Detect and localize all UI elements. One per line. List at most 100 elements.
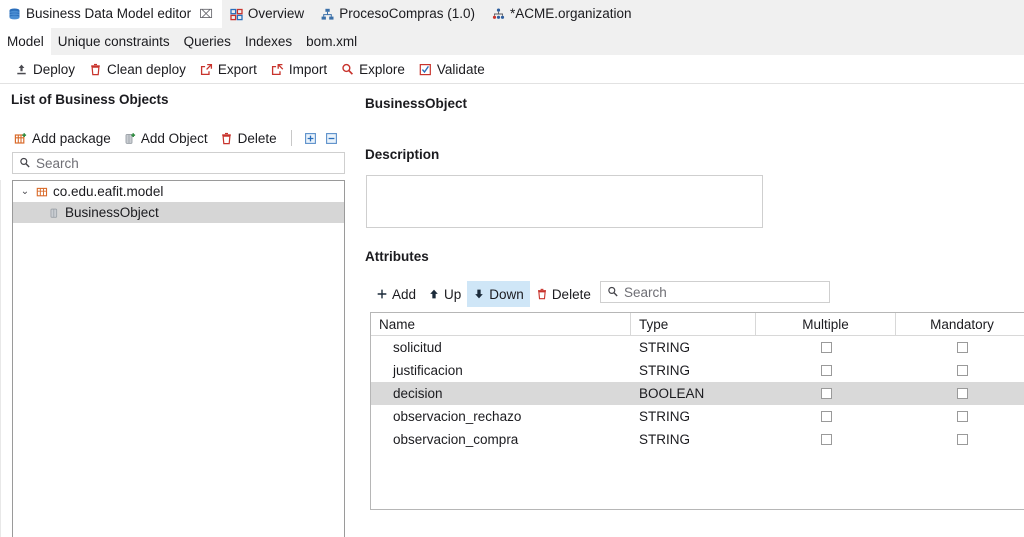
validate-button[interactable]: Validate xyxy=(412,56,492,82)
package-add-icon xyxy=(14,132,27,145)
add-package-button[interactable]: Add package xyxy=(8,125,117,151)
button-label: Export xyxy=(217,61,257,77)
chevron-down-icon[interactable]: ⌄ xyxy=(19,186,31,197)
multiple-checkbox[interactable] xyxy=(820,388,832,399)
cell-multiple xyxy=(756,382,896,405)
deploy-button[interactable]: Deploy xyxy=(8,56,82,82)
mandatory-checkbox[interactable] xyxy=(957,342,968,353)
business-object-icon xyxy=(48,207,60,219)
attribute-up-button[interactable]: Up xyxy=(422,281,467,307)
tree-item-package[interactable]: ⌄ co.edu.eafit.model xyxy=(13,181,344,202)
menu-item-unique-constraints[interactable]: Unique constraints xyxy=(51,28,177,55)
add-object-button[interactable]: Add Object xyxy=(117,125,214,151)
mandatory-checkbox[interactable] xyxy=(957,434,968,445)
export-button[interactable]: Export xyxy=(193,56,264,82)
close-icon[interactable]: ⌧ xyxy=(199,8,213,20)
button-label: Down xyxy=(489,286,524,302)
expand-all-icon xyxy=(304,132,317,145)
object-add-icon xyxy=(123,132,136,145)
button-label: Clean deploy xyxy=(107,61,186,77)
tab-acme-organization[interactable]: *ACME.organization xyxy=(484,0,641,28)
tree-item-label: BusinessObject xyxy=(65,205,159,220)
cell-mandatory xyxy=(896,428,1024,451)
cell-name: observacion_rechazo xyxy=(393,409,522,424)
table-row[interactable]: observacion_rechazo STRING xyxy=(371,405,1024,428)
attribute-add-button[interactable]: Add xyxy=(370,281,422,307)
package-icon xyxy=(36,186,48,198)
multiple-checkbox[interactable] xyxy=(820,365,832,376)
checkbox-checked-icon xyxy=(419,63,432,76)
menu-item-bom-xml[interactable]: bom.xml xyxy=(299,28,364,55)
delete-object-button[interactable]: Delete xyxy=(214,125,283,151)
tab-business-data-model-editor[interactable]: Business Data Model editor ⌧ xyxy=(0,0,222,28)
tab-procesocompras[interactable]: ProcesoCompras (1.0) xyxy=(313,0,484,28)
table-row[interactable]: solicitud STRING xyxy=(371,336,1024,359)
table-header-row: Name Type Multiple Mandatory xyxy=(371,313,1024,336)
mandatory-checkbox[interactable] xyxy=(957,365,968,376)
process-diagram-icon xyxy=(321,8,334,21)
attributes-search-input[interactable]: Search xyxy=(600,281,830,303)
organization-icon xyxy=(492,8,505,21)
database-stack-icon xyxy=(8,8,21,21)
grid-squares-icon xyxy=(230,8,243,21)
trash-icon xyxy=(89,63,102,76)
button-label: Up xyxy=(444,286,462,302)
cell-name: decision xyxy=(393,386,443,401)
menu-item-label: Model xyxy=(7,34,44,49)
cell-multiple xyxy=(756,428,896,451)
import-button[interactable]: Import xyxy=(264,56,334,82)
toolbar-separator xyxy=(290,130,292,146)
trash-icon xyxy=(536,288,548,300)
plus-icon xyxy=(376,288,388,300)
cell-type: STRING xyxy=(639,432,691,447)
table-row[interactable]: decision BOOLEAN xyxy=(371,382,1024,405)
business-objects-search-input[interactable]: Search xyxy=(12,152,345,174)
description-label: Description xyxy=(365,147,440,162)
button-label: Explore xyxy=(359,61,405,77)
menu-item-queries[interactable]: Queries xyxy=(177,28,238,55)
description-textarea[interactable] xyxy=(366,175,763,228)
column-header-type[interactable]: Type xyxy=(631,313,756,335)
cell-mandatory xyxy=(896,336,1024,359)
tab-label: *ACME.organization xyxy=(510,6,632,22)
mandatory-checkbox[interactable] xyxy=(957,411,968,422)
menu-item-indexes[interactable]: Indexes xyxy=(238,28,299,55)
multiple-checkbox[interactable] xyxy=(820,342,832,353)
search-icon xyxy=(607,286,619,298)
button-label: Delete xyxy=(551,286,591,302)
button-label: Delete xyxy=(237,130,277,146)
attributes-toolbar: Add Up Down Delete xyxy=(370,281,597,307)
explore-button[interactable]: Explore xyxy=(334,56,412,82)
export-arrow-icon xyxy=(200,63,213,76)
cell-type: BOOLEAN xyxy=(639,386,705,401)
cell-multiple xyxy=(756,405,896,428)
editor-tab-bar: Business Data Model editor ⌧ Overview Pr… xyxy=(0,0,1024,29)
menu-item-model[interactable]: Model xyxy=(0,28,51,55)
attribute-down-button[interactable]: Down xyxy=(467,281,530,307)
column-header-multiple[interactable]: Multiple xyxy=(756,313,896,335)
action-toolbar: Deploy Clean deploy Export Import Explor… xyxy=(0,55,1024,84)
menu-item-label: Indexes xyxy=(244,34,293,49)
cell-multiple xyxy=(756,359,896,382)
multiple-checkbox[interactable] xyxy=(820,434,832,445)
tree-item-businessobject[interactable]: BusinessObject xyxy=(13,202,344,223)
table-row[interactable]: justificacion STRING xyxy=(371,359,1024,382)
column-header-name[interactable]: Name xyxy=(371,313,631,335)
attribute-delete-button[interactable]: Delete xyxy=(530,281,597,307)
clean-deploy-button[interactable]: Clean deploy xyxy=(82,56,193,82)
cell-name: justificacion xyxy=(393,363,463,378)
cell-name: observacion_compra xyxy=(393,432,519,447)
table-row[interactable]: observacion_compra STRING xyxy=(371,428,1024,451)
collapse-all-button[interactable] xyxy=(321,130,342,147)
cell-name: solicitud xyxy=(393,340,442,355)
expand-all-button[interactable] xyxy=(300,130,321,147)
menu-item-label: bom.xml xyxy=(306,34,358,49)
column-header-mandatory[interactable]: Mandatory xyxy=(896,313,1024,335)
tab-overview[interactable]: Overview xyxy=(222,0,313,28)
attributes-table[interactable]: Name Type Multiple Mandatory solicitud S… xyxy=(370,312,1024,510)
mandatory-checkbox[interactable] xyxy=(957,388,968,399)
multiple-checkbox[interactable] xyxy=(820,411,832,422)
business-objects-tree[interactable]: ⌄ co.edu.eafit.model BusinessObject xyxy=(12,180,345,537)
trash-icon xyxy=(220,132,233,145)
button-label: Add Object xyxy=(140,130,208,146)
